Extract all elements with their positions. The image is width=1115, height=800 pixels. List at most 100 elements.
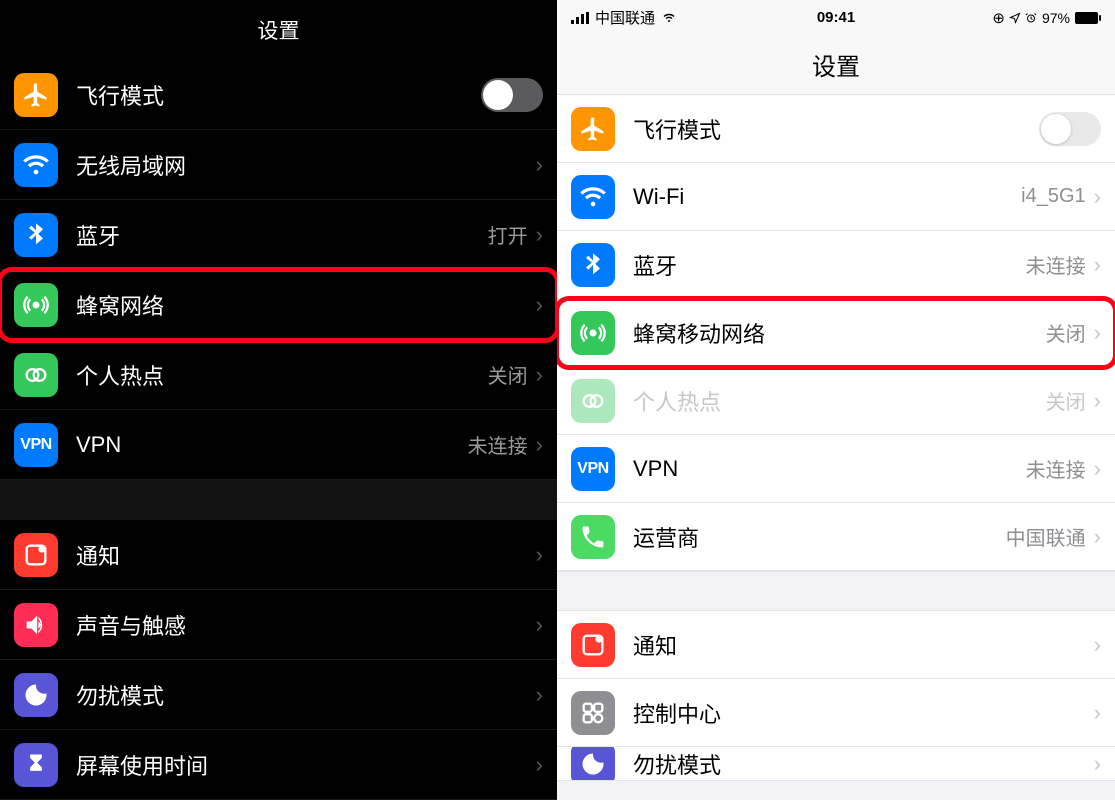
wifi-status-icon [661, 9, 677, 26]
hotspot-icon [571, 379, 615, 423]
chevron-right-icon: › [1094, 184, 1101, 210]
row-wifi[interactable]: 无线局域网 › [0, 130, 557, 200]
vpn-label: VPN [633, 456, 1026, 482]
bluetooth-icon [14, 213, 58, 257]
carrier-label: 运营商 [633, 521, 1006, 553]
airplane-label: 飞行模式 [633, 113, 1039, 145]
row-screentime[interactable]: 屏幕使用时间 › [0, 730, 557, 800]
chevron-right-icon: › [1094, 456, 1101, 482]
row-cellular[interactable]: 蜂窝网络 › [0, 270, 557, 340]
vpn-value: 未连接 [468, 430, 528, 459]
bluetooth-icon [571, 243, 615, 287]
moon-icon [571, 747, 615, 781]
signal-bars-icon [571, 9, 589, 26]
wifi-label: Wi-Fi [633, 184, 1021, 210]
cellular-label: 蜂窝移动网络 [633, 317, 1046, 349]
chevron-right-icon: › [536, 542, 543, 568]
chevron-right-icon: › [536, 682, 543, 708]
wifi-icon [571, 175, 615, 219]
hotspot-icon [14, 353, 58, 397]
cellular-label: 蜂窝网络 [76, 289, 536, 321]
airplane-icon [571, 107, 615, 151]
row-bluetooth[interactable]: 蓝牙 打开 › [0, 200, 557, 270]
phone-icon [571, 515, 615, 559]
hotspot-value: 关闭 [1046, 386, 1086, 415]
chevron-right-icon: › [1094, 320, 1101, 346]
group-spacer [557, 571, 1115, 611]
notifications-label: 通知 [633, 629, 1094, 661]
status-bar: 中国联通 09:41 ⊕ 97% [557, 0, 1115, 35]
notifications-label: 通知 [76, 539, 536, 571]
alarm-icon [1025, 9, 1037, 26]
chevron-right-icon: › [1094, 252, 1101, 278]
wifi-value: i4_5G1 [1021, 185, 1086, 208]
group-spacer [0, 480, 557, 520]
wifi-icon [14, 143, 58, 187]
page-title-label: 设置 [258, 15, 300, 45]
hotspot-value: 关闭 [488, 360, 528, 389]
airplane-toggle[interactable] [481, 78, 543, 112]
row-cellular[interactable]: 蜂窝移动网络 关闭 › [557, 299, 1115, 367]
sound-label: 声音与触感 [76, 609, 536, 641]
chevron-right-icon: › [536, 612, 543, 638]
hotspot-label: 个人热点 [76, 359, 488, 391]
row-wifi[interactable]: Wi-Fi i4_5G1 › [557, 163, 1115, 231]
speaker-icon [14, 603, 58, 647]
bluetooth-label: 蓝牙 [76, 219, 488, 251]
row-hotspot[interactable]: 个人热点 关闭 › [557, 367, 1115, 435]
row-carrier[interactable]: 运营商 中国联通 › [557, 503, 1115, 571]
dnd-label: 勿扰模式 [76, 679, 536, 711]
chevron-right-icon: › [536, 222, 543, 248]
chevron-right-icon: › [536, 752, 543, 778]
bluetooth-value: 打开 [488, 220, 528, 249]
row-dnd[interactable]: 勿扰模式 › [0, 660, 557, 730]
row-bluetooth[interactable]: 蓝牙 未连接 › [557, 231, 1115, 299]
notifications-icon [571, 623, 615, 667]
chevron-right-icon: › [536, 152, 543, 178]
page-title-label: 设置 [812, 47, 860, 82]
chevron-right-icon: › [1094, 751, 1101, 777]
antenna-icon [571, 311, 615, 355]
vpn-value: 未连接 [1026, 454, 1086, 483]
hotspot-label: 个人热点 [633, 385, 1046, 417]
settings-dark: 设置 飞行模式 无线局域网 › 蓝牙 打开 › [0, 0, 557, 800]
settings-light: 中国联通 09:41 ⊕ 97% 设置 飞行模式 [557, 0, 1115, 800]
vpn-label: VPN [76, 432, 468, 458]
screentime-label: 屏幕使用时间 [76, 749, 536, 781]
battery-icon [1075, 9, 1101, 26]
chevron-right-icon: › [536, 362, 543, 388]
airplane-toggle[interactable] [1039, 112, 1101, 146]
row-notifications[interactable]: 通知 › [0, 520, 557, 590]
row-airplane-mode[interactable]: 飞行模式 [557, 95, 1115, 163]
row-control-center[interactable]: 控制中心 › [557, 679, 1115, 747]
row-notifications[interactable]: 通知 › [557, 611, 1115, 679]
dnd-label: 勿扰模式 [633, 748, 1094, 780]
moon-icon [14, 673, 58, 717]
row-sound[interactable]: 声音与触感 › [0, 590, 557, 660]
row-vpn[interactable]: VPN VPN 未连接 › [0, 410, 557, 480]
row-dnd[interactable]: 勿扰模式 › [557, 747, 1115, 781]
clock: 09:41 [817, 9, 855, 26]
chevron-right-icon: › [536, 292, 543, 318]
chevron-right-icon: › [1094, 388, 1101, 414]
cellular-value: 关闭 [1046, 318, 1086, 347]
bluetooth-label: 蓝牙 [633, 249, 1026, 281]
row-vpn[interactable]: VPN VPN 未连接 › [557, 435, 1115, 503]
notifications-icon [14, 533, 58, 577]
vpn-icon: VPN [14, 423, 58, 467]
control-center-icon [571, 691, 615, 735]
location-icon [1009, 9, 1021, 26]
chevron-right-icon: › [1094, 632, 1101, 658]
carrier-name: 中国联通 [595, 7, 655, 28]
antenna-icon [14, 283, 58, 327]
chevron-right-icon: › [1094, 700, 1101, 726]
page-title: 设置 [557, 35, 1115, 95]
hourglass-icon [14, 743, 58, 787]
chevron-right-icon: › [536, 432, 543, 458]
row-airplane-mode[interactable]: 飞行模式 [0, 60, 557, 130]
row-hotspot[interactable]: 个人热点 关闭 › [0, 340, 557, 410]
control-center-label: 控制中心 [633, 697, 1094, 729]
bluetooth-value: 未连接 [1026, 250, 1086, 279]
lock-icon: ⊕ [992, 9, 1005, 27]
wifi-label: 无线局域网 [76, 149, 536, 181]
